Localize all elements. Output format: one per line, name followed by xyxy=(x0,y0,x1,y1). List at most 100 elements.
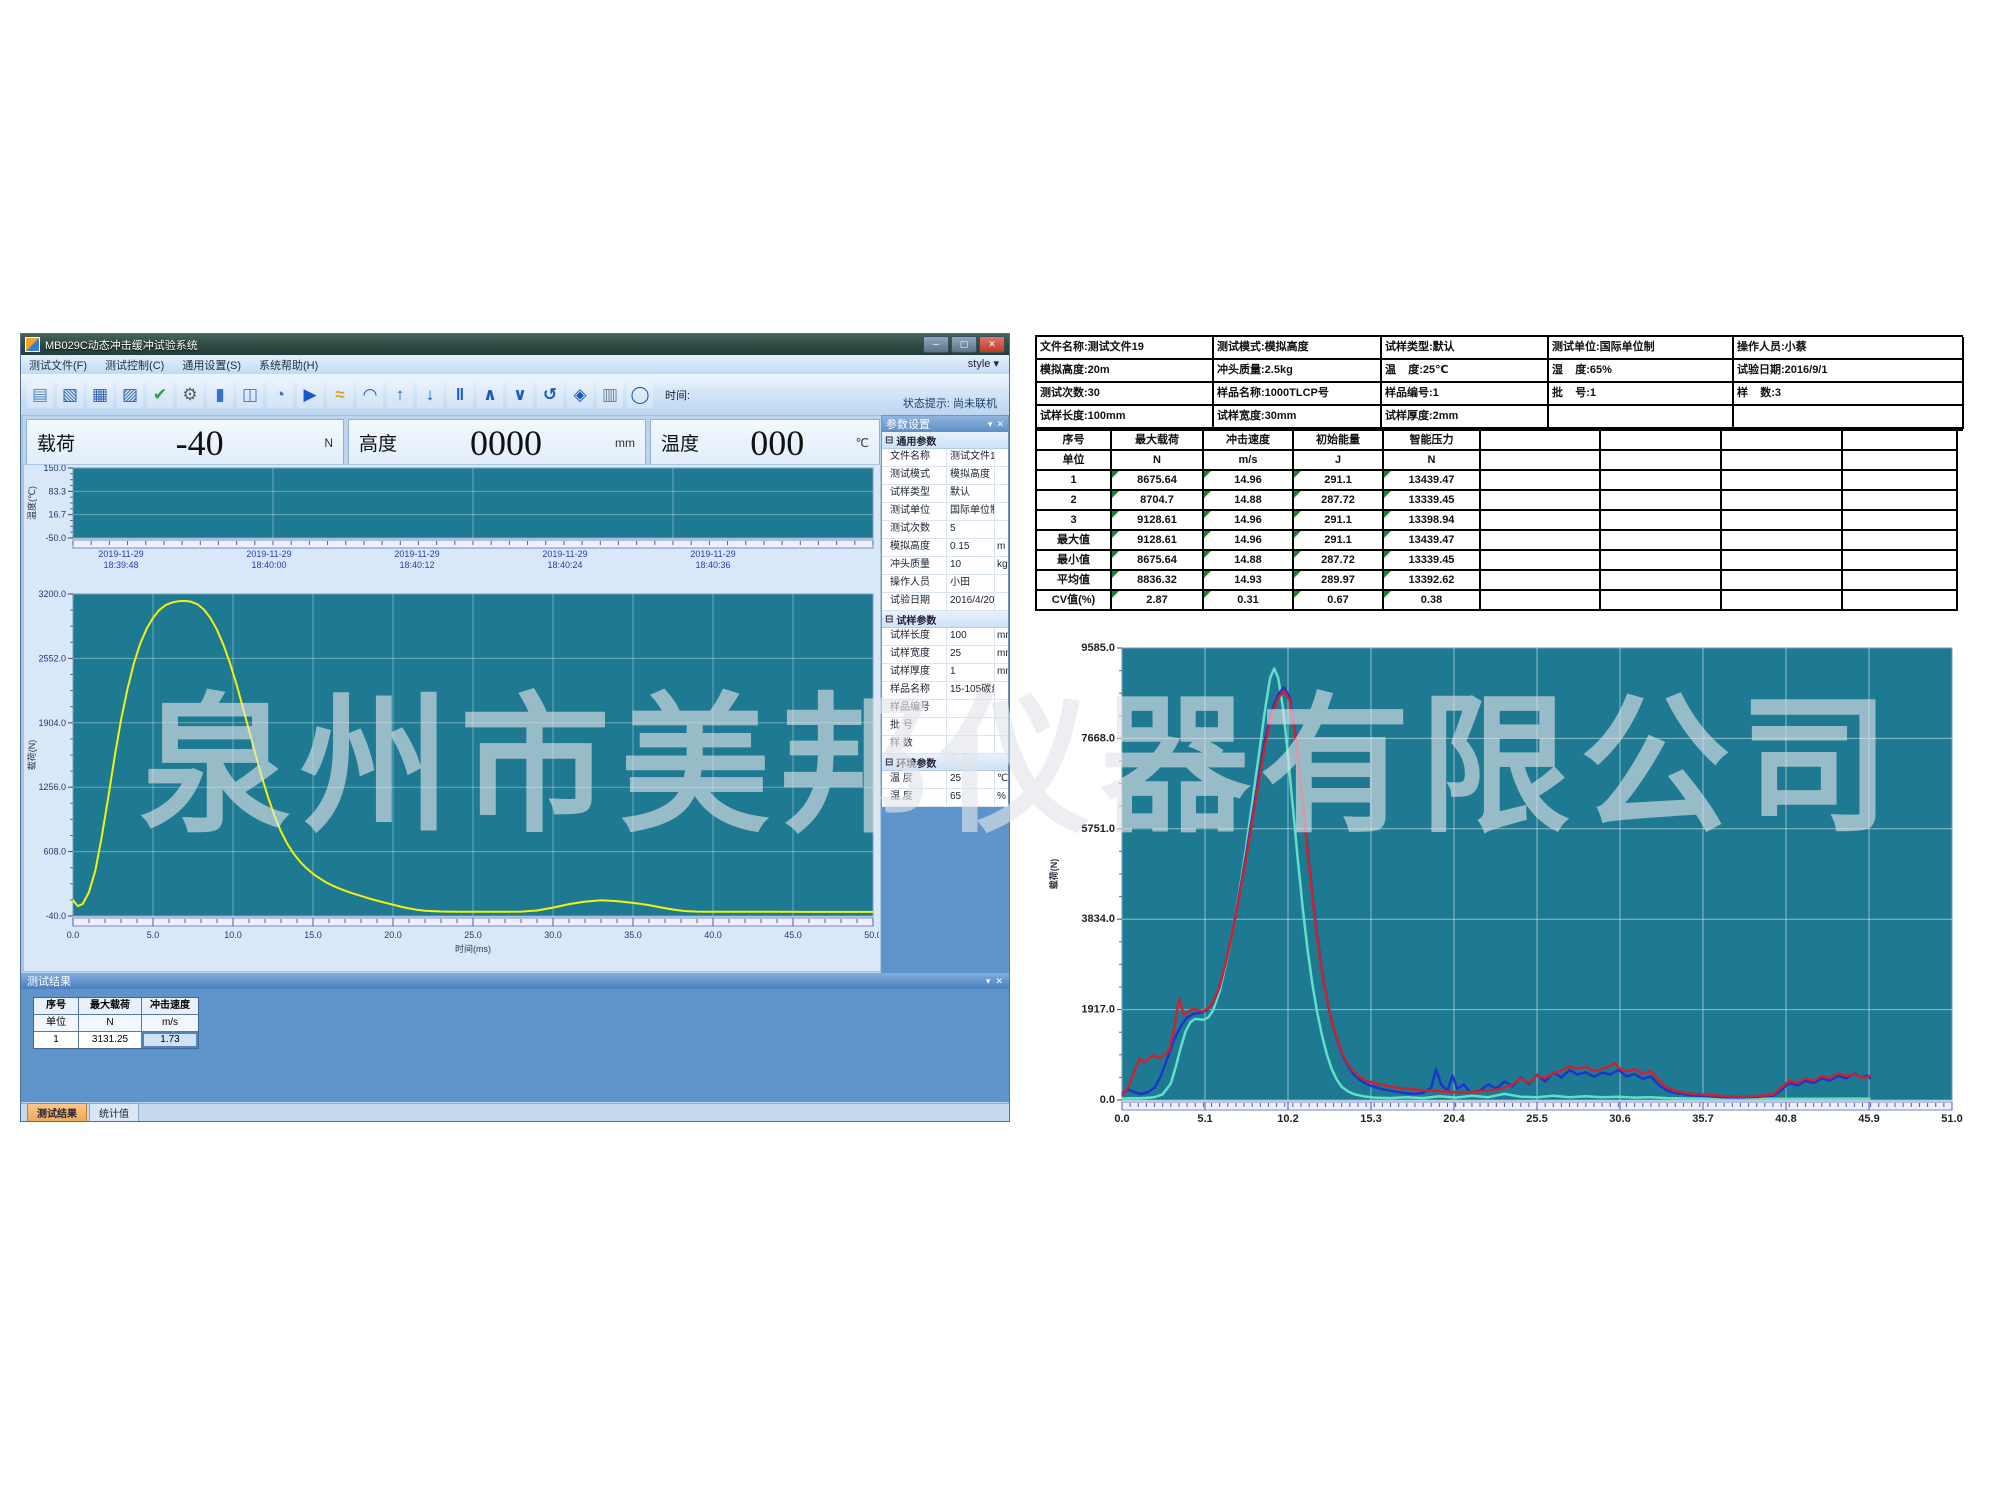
new-file-icon[interactable]: ▤ xyxy=(27,381,53,408)
stats-cell: 最大值 xyxy=(1037,531,1112,551)
stats-cell: 14.96 xyxy=(1204,511,1294,531)
stats-cell xyxy=(1843,451,1958,471)
param-value[interactable]: 国际单位制 xyxy=(947,503,995,520)
undo-icon[interactable]: ↺ xyxy=(537,381,563,408)
tab-statistics[interactable]: 统计值 xyxy=(89,1103,139,1121)
save-as-icon[interactable]: ▨ xyxy=(117,381,143,408)
param-label: 模拟高度 xyxy=(882,539,947,556)
param-value[interactable]: 2016/4/20 xyxy=(947,593,995,610)
minimize-button[interactable]: ─ xyxy=(923,336,949,353)
svg-text:83.3: 83.3 xyxy=(48,486,66,496)
param-value[interactable]: 10 xyxy=(947,557,995,574)
sidebar-row: 操作人员小田 xyxy=(882,575,1008,593)
stats-cell: 最小值 xyxy=(1037,551,1112,571)
report-panel: 文件名称:测试文件19测试模式:模拟高度试样类型:默认测试单位:国际单位制操作人… xyxy=(1035,335,1963,611)
menu-item-2[interactable]: 通用设置(S) xyxy=(182,357,241,373)
grid-window-icon[interactable]: ◫ xyxy=(237,381,263,408)
arrow-up-icon[interactable]: ↑ xyxy=(387,381,413,408)
stats-cell xyxy=(1601,591,1722,611)
jog-up-icon[interactable]: ∧ xyxy=(477,381,503,408)
start-play-icon[interactable]: ▶ xyxy=(297,381,323,408)
menu-item-1[interactable]: 测试控制(C) xyxy=(105,357,164,373)
svg-text:1904.0: 1904.0 xyxy=(38,718,66,728)
stats-cell xyxy=(1843,591,1958,611)
close-button[interactable]: ✕ xyxy=(979,336,1005,353)
param-unit xyxy=(995,503,1008,520)
svg-text:3834.0: 3834.0 xyxy=(1081,913,1115,925)
param-value[interactable]: 65 xyxy=(947,789,995,806)
stats-cell: 291.1 xyxy=(1294,511,1384,531)
param-value[interactable]: 小田 xyxy=(947,575,995,592)
param-label: 试验日期 xyxy=(882,593,947,610)
collapse-icon: ⊟ xyxy=(885,757,893,768)
power-icon[interactable]: ◯ xyxy=(627,381,653,408)
stats-cell: 单位 xyxy=(1037,451,1112,471)
param-value[interactable]: 0.15 xyxy=(947,539,995,556)
sidebar-row: 文件名称测试文件1 xyxy=(882,449,1008,467)
sync-check-icon[interactable]: ✔ xyxy=(147,381,173,408)
dock-arrow-icon[interactable]: ▾ xyxy=(986,976,991,987)
device-battery-icon[interactable]: ▮ xyxy=(207,381,233,408)
tab-test-results[interactable]: 测试结果 xyxy=(27,1103,87,1121)
svg-text:45.9: 45.9 xyxy=(1858,1113,1879,1125)
param-value[interactable]: 15-105碳丝带 xyxy=(947,682,995,699)
param-value[interactable]: 25 xyxy=(947,646,995,663)
param-value[interactable] xyxy=(947,736,995,753)
svg-text:51.0: 51.0 xyxy=(1941,1113,1962,1125)
refresh-icon[interactable]: ◔ xyxy=(267,381,293,408)
clean-brush-icon[interactable]: ≈ xyxy=(327,381,353,408)
param-label: 批 号 xyxy=(882,718,947,735)
sidebar-title: 参数设置 xyxy=(886,416,930,432)
stats-cell xyxy=(1722,531,1843,551)
svg-text:150.0: 150.0 xyxy=(43,465,66,473)
param-value[interactable]: 测试文件1 xyxy=(947,449,995,466)
pin-icon[interactable]: ▾ xyxy=(988,419,993,430)
menu-item-0[interactable]: 测试文件(F) xyxy=(29,357,87,373)
readout-row: 载荷 -40 N 高度 0000 mm 温度 000 ℃ xyxy=(26,419,880,466)
param-unit xyxy=(995,449,1008,466)
pause-icon[interactable]: ‖ xyxy=(447,381,473,408)
stats-cell: 287.72 xyxy=(1294,551,1384,571)
info-cell: 测试次数:30 xyxy=(1037,383,1214,406)
sidebar-row: 测试次数5 xyxy=(882,521,1008,539)
close-results-icon[interactable]: ✕ xyxy=(995,976,1003,987)
stats-cell: 14.96 xyxy=(1204,471,1294,491)
param-label: 试样类型 xyxy=(882,485,947,502)
settings-gear-icon[interactable]: ⚙ xyxy=(177,381,203,408)
param-value[interactable]: 25 xyxy=(947,771,995,788)
param-value[interactable]: 100 xyxy=(947,628,995,645)
jog-down-icon[interactable]: ∨ xyxy=(507,381,533,408)
open-file-icon[interactable]: ▧ xyxy=(57,381,83,408)
stats-cell: 289.97 xyxy=(1294,571,1384,591)
param-value[interactable] xyxy=(947,700,995,717)
svg-text:35.0: 35.0 xyxy=(624,930,642,940)
save-icon[interactable]: ▦ xyxy=(87,381,113,408)
info-cell: 测试模式:模拟高度 xyxy=(1214,337,1382,360)
svg-text:5751.0: 5751.0 xyxy=(1081,823,1115,835)
svg-text:1917.0: 1917.0 xyxy=(1081,1004,1115,1016)
rotate-icon[interactable]: ◠ xyxy=(357,381,383,408)
param-unit: mm xyxy=(995,646,1008,663)
stats-cell: 8836.32 xyxy=(1112,571,1204,591)
results-cell: 最大载荷 xyxy=(79,998,141,1014)
calculator-icon[interactable]: ▥ xyxy=(597,381,623,408)
param-value[interactable]: 默认 xyxy=(947,485,995,502)
style-dropdown[interactable]: style ▾ xyxy=(968,357,999,370)
menu-item-3[interactable]: 系统帮助(H) xyxy=(259,357,318,373)
close-panel-icon[interactable]: ✕ xyxy=(996,419,1004,430)
bottom-tab-bar: 测试结果 统计值 xyxy=(21,1103,1009,1121)
param-value[interactable]: 5 xyxy=(947,521,995,538)
arrow-down-icon[interactable]: ↓ xyxy=(417,381,443,408)
svg-text:2019-11-29: 2019-11-29 xyxy=(394,549,439,559)
svg-text:20.0: 20.0 xyxy=(384,930,402,940)
param-value[interactable] xyxy=(947,718,995,735)
info-cell: 模拟高度:20m xyxy=(1037,360,1214,383)
param-label: 测试模式 xyxy=(882,467,947,484)
lock-icon[interactable]: ◈ xyxy=(567,381,593,408)
stats-header-cell xyxy=(1481,431,1601,451)
param-value[interactable]: 1 xyxy=(947,664,995,681)
param-value[interactable]: 模拟高度 xyxy=(947,467,995,484)
maximize-button[interactable]: ▢ xyxy=(951,336,977,353)
svg-text:30.0: 30.0 xyxy=(544,930,562,940)
height-readout: 高度 0000 mm xyxy=(348,419,646,466)
